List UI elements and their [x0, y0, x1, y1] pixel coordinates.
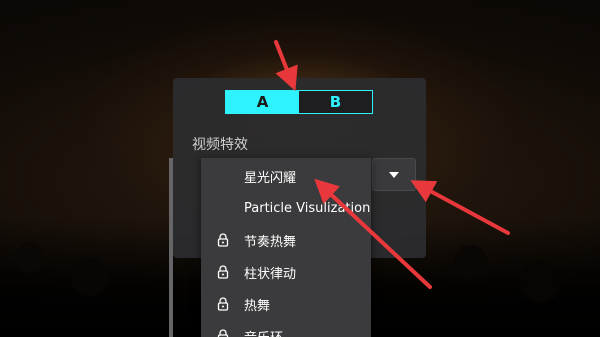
- chevron-down-icon: [389, 171, 399, 178]
- ab-segmented-control: A B: [225, 90, 373, 114]
- menu-item-label: 柱状律动: [244, 266, 297, 282]
- menu-item-effect[interactable]: 柱状律动: [201, 256, 371, 288]
- menu-item-label: 节奏热舞: [244, 234, 297, 250]
- effect-dropdown-toggle[interactable]: [372, 158, 416, 191]
- menu-item-label: Particle Visulization: [244, 200, 371, 216]
- menu-item-effect[interactable]: Particle Visulization: [201, 192, 371, 224]
- video-effects-label: 视频特效: [192, 137, 248, 153]
- menu-item-effect[interactable]: 音乐环: [201, 320, 371, 337]
- effects-dropdown-menu: 星光闪耀 Particle Visulization 节奏热舞 柱状律动 热舞: [201, 158, 371, 337]
- menu-item-label: 音乐环: [244, 327, 283, 337]
- menu-item-label: 星光闪耀: [244, 170, 297, 186]
- menu-item-effect[interactable]: 热舞: [201, 288, 371, 320]
- menu-item-effect[interactable]: 星光闪耀: [201, 160, 371, 192]
- lock-icon: [217, 233, 229, 247]
- segment-a-button[interactable]: A: [226, 91, 299, 113]
- segment-b-button[interactable]: B: [299, 91, 372, 113]
- menu-item-label: 热舞: [244, 298, 271, 314]
- menu-item-effect[interactable]: 节奏热舞: [201, 224, 371, 256]
- lock-icon: [217, 265, 229, 279]
- lock-icon: [217, 297, 229, 311]
- menu-scrollbar[interactable]: [169, 158, 173, 337]
- lock-icon: [217, 329, 229, 337]
